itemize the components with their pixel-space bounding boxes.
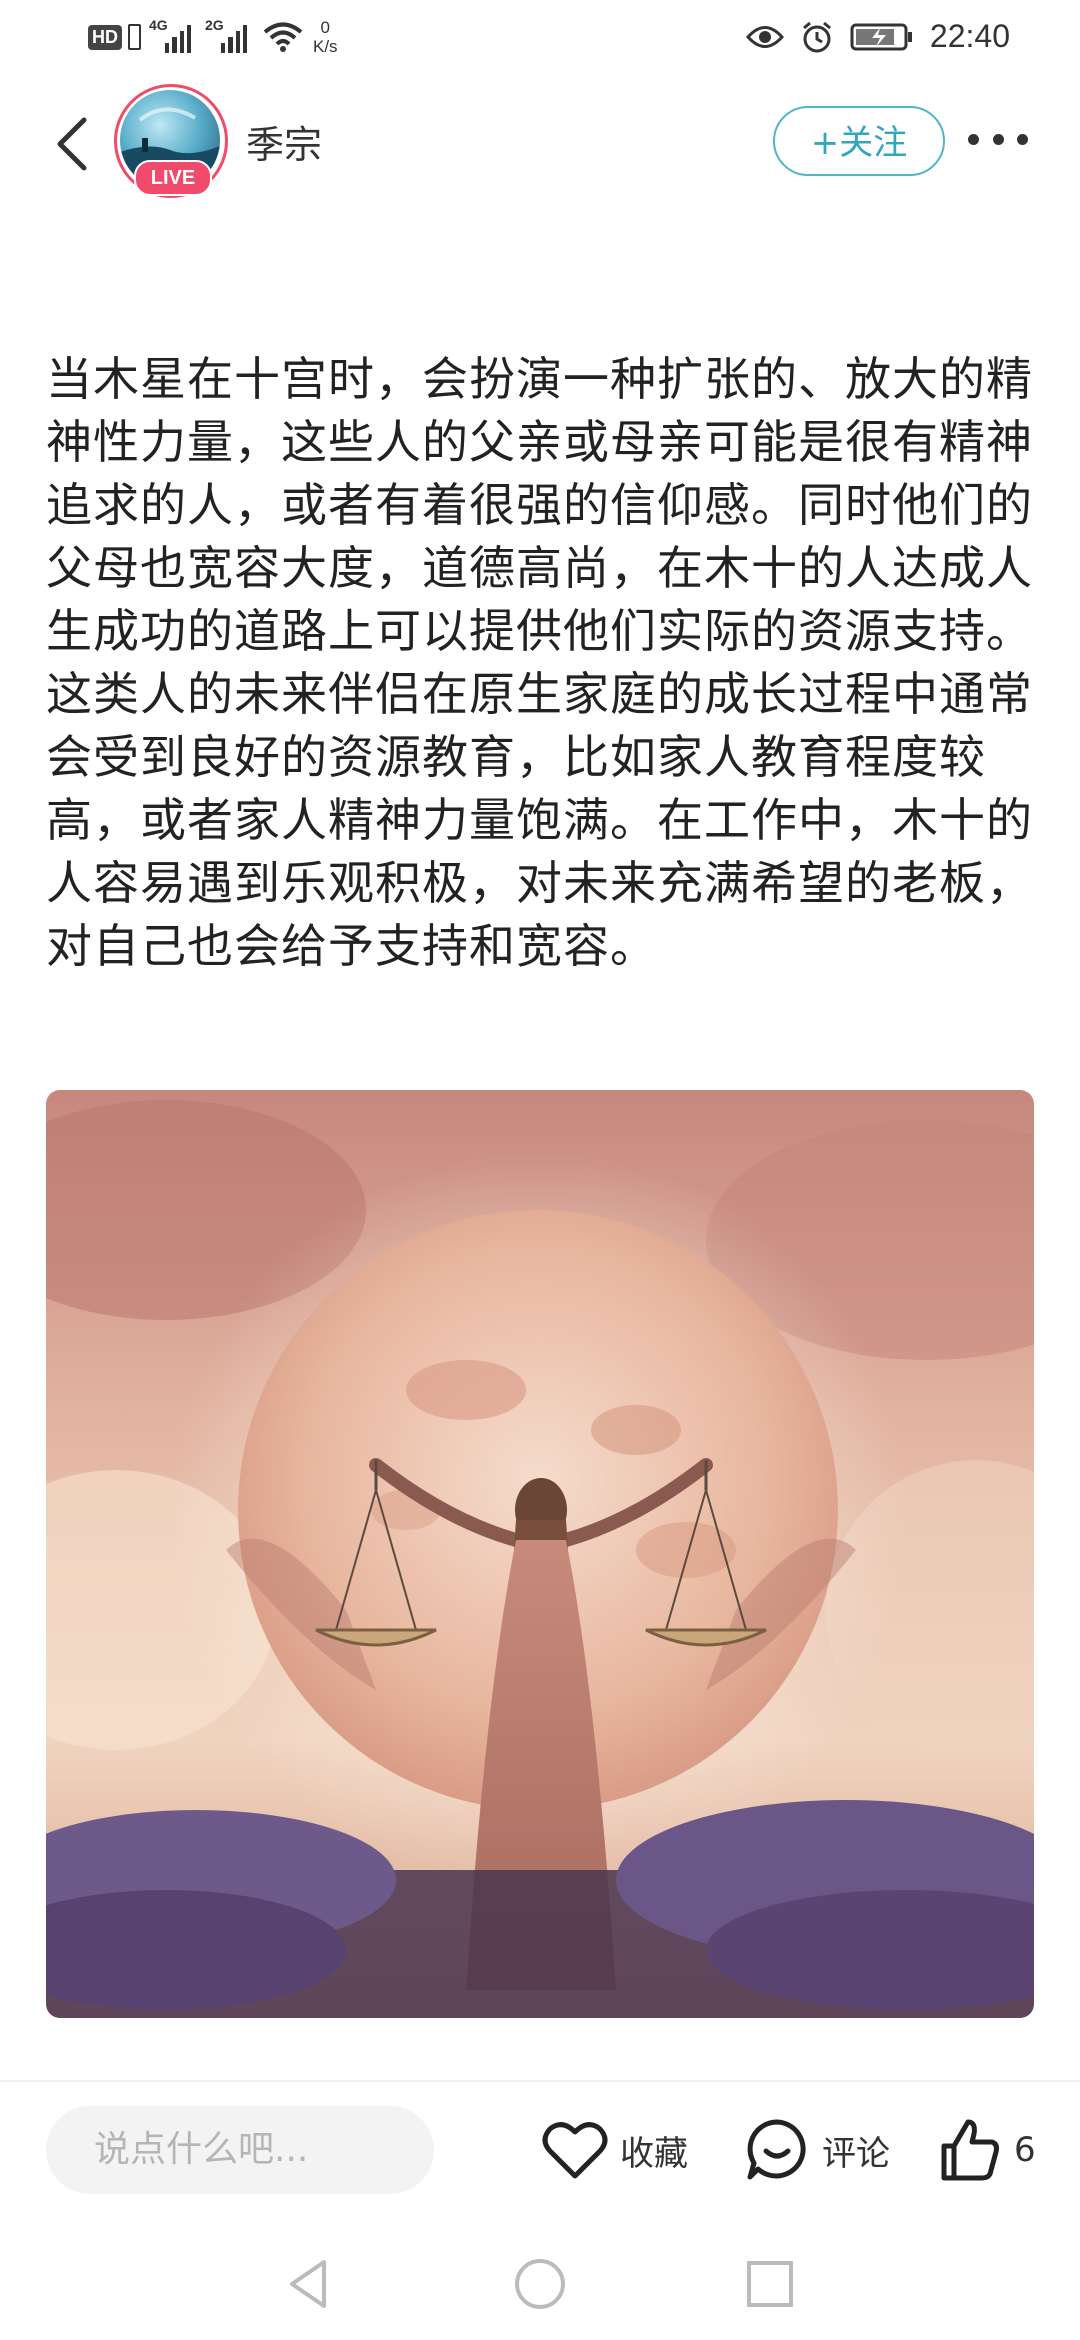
post-header: LIVE 季宗 +关注 — [0, 84, 1080, 200]
favorite-button[interactable]: 收藏 — [542, 2112, 688, 2188]
username[interactable]: 季宗 — [246, 114, 322, 169]
status-bar-right: 22:40 — [745, 18, 1010, 55]
more-options-icon[interactable] — [968, 124, 1028, 154]
live-badge: LIVE — [134, 160, 212, 196]
wifi-icon — [263, 22, 303, 52]
signal-4g-icon: 4G — [149, 17, 191, 53]
signal-2g-icon: 2G — [205, 17, 247, 53]
system-nav-bar — [0, 2230, 1080, 2340]
nav-home-icon[interactable] — [510, 2254, 570, 2314]
eye-icon — [745, 25, 784, 48]
clock: 22:40 — [929, 18, 1010, 54]
nav-recents-icon[interactable] — [740, 2254, 800, 2314]
follow-button[interactable]: +关注 — [773, 106, 945, 176]
status-bar: HD 4G 2G 0 K/s 22:40 — [0, 0, 1080, 80]
libra-moon-illustration — [46, 1090, 1034, 2018]
like-count: 6 — [1014, 2130, 1036, 2170]
alarm-icon — [802, 21, 831, 52]
post-image[interactable] — [46, 1090, 1034, 2018]
comment-bubble-icon — [747, 2119, 806, 2180]
sim-icon — [128, 24, 141, 50]
comment-input[interactable]: 说点什么吧... — [46, 2106, 434, 2194]
comment-label: 评论 — [822, 2133, 890, 2174]
status-bar-left: HD 4G 2G 0 K/s — [88, 17, 338, 56]
network-speed: 0 K/s — [313, 18, 338, 56]
favorite-label: 收藏 — [620, 2133, 688, 2174]
heart-icon — [542, 2122, 608, 2179]
comment-button[interactable]: 评论 — [744, 2112, 890, 2188]
hd-indicator: HD — [88, 24, 122, 50]
battery-charging-icon — [850, 23, 912, 50]
like-button[interactable]: 6 — [938, 2112, 1036, 2188]
post-body-text: 当木星在十宫时，会扮演一种扩张的、放大的精神性力量，这些人的父亲或母亲可能是很有… — [46, 352, 1033, 973]
back-arrow-icon[interactable] — [48, 112, 98, 176]
thumbs-up-icon — [941, 2119, 999, 2181]
nav-back-icon[interactable] — [280, 2254, 340, 2314]
avatar[interactable]: LIVE — [114, 84, 228, 198]
bottom-divider — [0, 2080, 1080, 2082]
